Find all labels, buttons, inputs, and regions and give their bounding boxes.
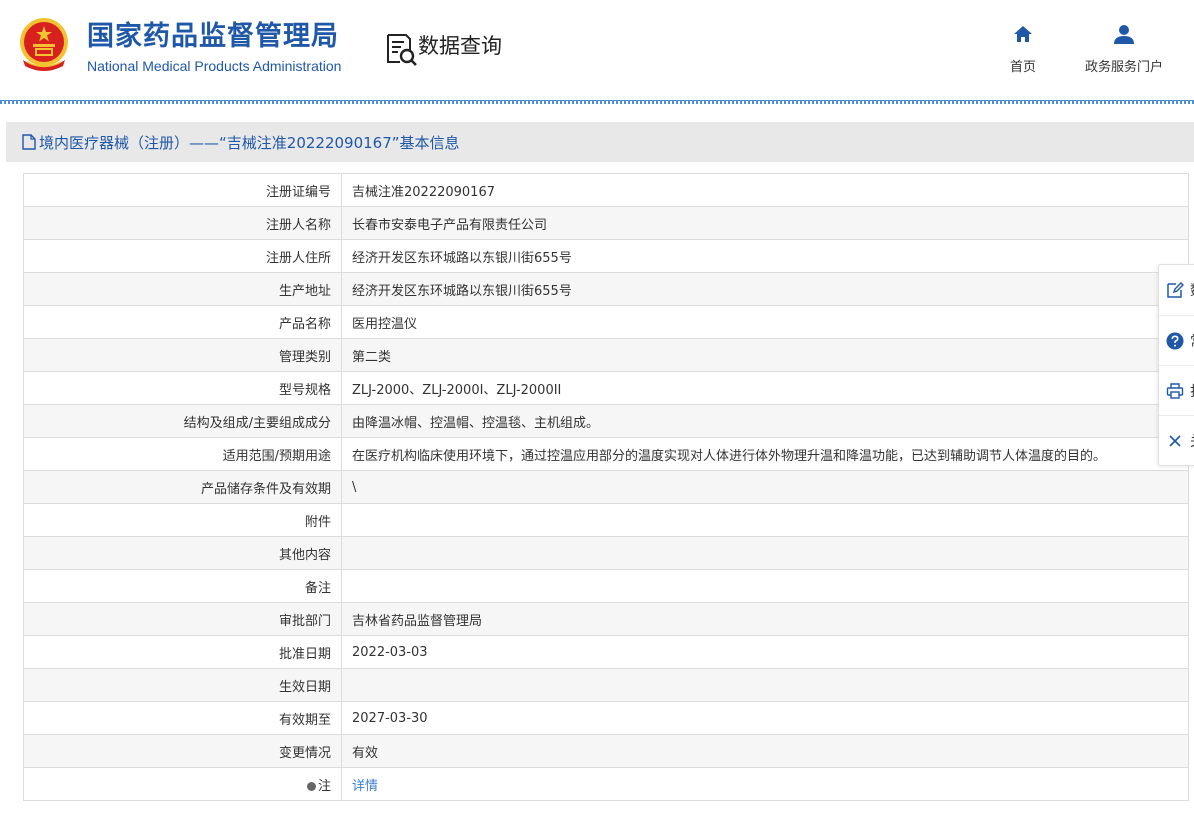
help-icon: [1166, 332, 1184, 350]
row-value: [341, 668, 1189, 702]
table-row: 注册人名称 长春市安泰电子产品有限责任公司: [23, 206, 1189, 240]
table-row: 结构及组成/主要组成成分 由降温冰帽、控温帽、控温毯、主机组成。: [23, 404, 1189, 438]
row-value: [341, 536, 1189, 570]
device-info-table: 注册证编号 吉械注准20222090167 注册人名称 长春市安泰电子产品有限责任公…: [23, 173, 1189, 801]
table-row: 产品名称 医用控温仪: [23, 305, 1189, 339]
row-value: 第二类: [341, 338, 1189, 372]
row-value: 在医疗机构临床使用环境下，通过控温应用部分的温度实现对人体进行体外物理升温和降温…: [341, 437, 1189, 471]
site-logo-title[interactable]: 国家药品监督管理局: [87, 20, 339, 54]
note-label-cell: 注: [23, 767, 342, 801]
table-row: 生效日期: [23, 668, 1189, 702]
row-label: 注册人住所: [23, 239, 342, 273]
row-value: [341, 503, 1189, 537]
site-header: 国家药品监督管理局 National Medical Products Admi…: [0, 0, 1194, 100]
row-value: 吉械注准20222090167: [341, 173, 1189, 207]
data-query-title: 数据查询: [418, 34, 502, 58]
note-value-cell: 详情: [341, 767, 1189, 801]
table-row: 型号规格 ZLJ-2000、ZLJ-2000I、ZLJ-2000II: [23, 371, 1189, 405]
detail-link[interactable]: 详情: [352, 779, 378, 794]
table-row: 其他内容: [23, 536, 1189, 570]
row-value: 吉林省药品监督管理局: [341, 602, 1189, 636]
row-value: ZLJ-2000、ZLJ-2000I、ZLJ-2000II: [341, 371, 1189, 405]
section-title-bar: 境内医疗器械（注册）——“吉械注准20222090167”基本信息: [6, 122, 1194, 162]
table-row: 产品储存条件及有效期 \: [23, 470, 1189, 504]
row-value: \: [341, 470, 1189, 504]
table-row-note: 注 详情: [23, 767, 1189, 801]
table-row: 管理类别 第二类: [23, 338, 1189, 372]
table-row: 审批部门 吉林省药品监督管理局: [23, 602, 1189, 636]
floating-toolbar: 数 常 打 关: [1158, 264, 1194, 466]
float-label-data: 数: [1190, 280, 1194, 300]
table-row: 注册证编号 吉械注准20222090167: [23, 173, 1189, 207]
row-value: 经济开发区东环城路以东银川街655号: [341, 272, 1189, 306]
float-item-close[interactable]: 关: [1159, 415, 1194, 466]
row-label: 备注: [23, 569, 342, 603]
row-value: 长春市安泰电子产品有限责任公司: [341, 206, 1189, 240]
edit-icon: [1167, 282, 1184, 298]
row-value: 医用控温仪: [341, 305, 1189, 339]
row-label: 批准日期: [23, 635, 342, 669]
national-emblem-icon: [20, 18, 68, 71]
row-label: 适用范围/预期用途: [23, 437, 342, 471]
row-value: 2022-03-03: [341, 635, 1189, 669]
row-label: 附件: [23, 503, 342, 537]
section-title: 境内医疗器械（注册）——“吉械注准20222090167”基本信息: [39, 133, 460, 152]
row-value: 由降温冰帽、控温帽、控温毯、主机组成。: [341, 404, 1189, 438]
header-divider: [0, 100, 1194, 104]
table-row: 注册人住所 经济开发区东环城路以东银川街655号: [23, 239, 1189, 273]
home-icon: [1014, 26, 1032, 42]
row-value: 2027-03-30: [341, 701, 1189, 735]
bulb-icon: [306, 781, 316, 791]
row-label: 产品名称: [23, 305, 342, 339]
float-label-faq: 常: [1190, 331, 1194, 351]
float-label-close: 关: [1190, 431, 1194, 451]
close-icon: [1169, 435, 1181, 447]
note-label: 注: [317, 778, 331, 794]
row-label: 产品储存条件及有效期: [23, 470, 342, 504]
table-row: 附件: [23, 503, 1189, 537]
row-value: 有效: [341, 734, 1189, 768]
row-value: [341, 569, 1189, 603]
row-label: 型号规格: [23, 371, 342, 405]
row-label: 注册证编号: [23, 173, 342, 207]
user-icon: [1114, 25, 1134, 44]
row-label: 管理类别: [23, 338, 342, 372]
float-item-data[interactable]: 数: [1159, 265, 1194, 315]
table-row: 变更情况 有效: [23, 734, 1189, 768]
nav-service-portal[interactable]: 政务服务门户: [1074, 24, 1174, 75]
nav-home[interactable]: 首页: [1003, 24, 1043, 75]
row-value: 经济开发区东环城路以东银川街655号: [341, 239, 1189, 273]
row-label: 注册人名称: [23, 206, 342, 240]
site-logo-subtitle[interactable]: National Medical Products Administration: [87, 57, 341, 75]
row-label: 其他内容: [23, 536, 342, 570]
row-label: 审批部门: [23, 602, 342, 636]
table-row: 备注: [23, 569, 1189, 603]
table-row: 适用范围/预期用途 在医疗机构临床使用环境下，通过控温应用部分的温度实现对人体进行…: [23, 437, 1189, 471]
row-label: 结构及组成/主要组成成分: [23, 404, 342, 438]
document-icon: [22, 134, 36, 150]
float-item-faq[interactable]: 常: [1159, 315, 1194, 366]
nav-home-label: 首页: [1009, 60, 1036, 75]
float-label-print: 打: [1190, 381, 1194, 401]
row-label: 有效期至: [23, 701, 342, 735]
nav-service-portal-label: 政务服务门户: [1084, 60, 1163, 75]
table-row: 生产地址 经济开发区东环城路以东银川街655号: [23, 272, 1189, 306]
row-label: 变更情况: [23, 734, 342, 768]
print-icon: [1166, 383, 1184, 399]
float-item-print[interactable]: 打: [1159, 365, 1194, 416]
table-row: 有效期至 2027-03-30: [23, 701, 1189, 735]
data-query-icon: [387, 34, 417, 66]
table-row: 批准日期 2022-03-03: [23, 635, 1189, 669]
row-label: 生效日期: [23, 668, 342, 702]
row-label: 生产地址: [23, 272, 342, 306]
